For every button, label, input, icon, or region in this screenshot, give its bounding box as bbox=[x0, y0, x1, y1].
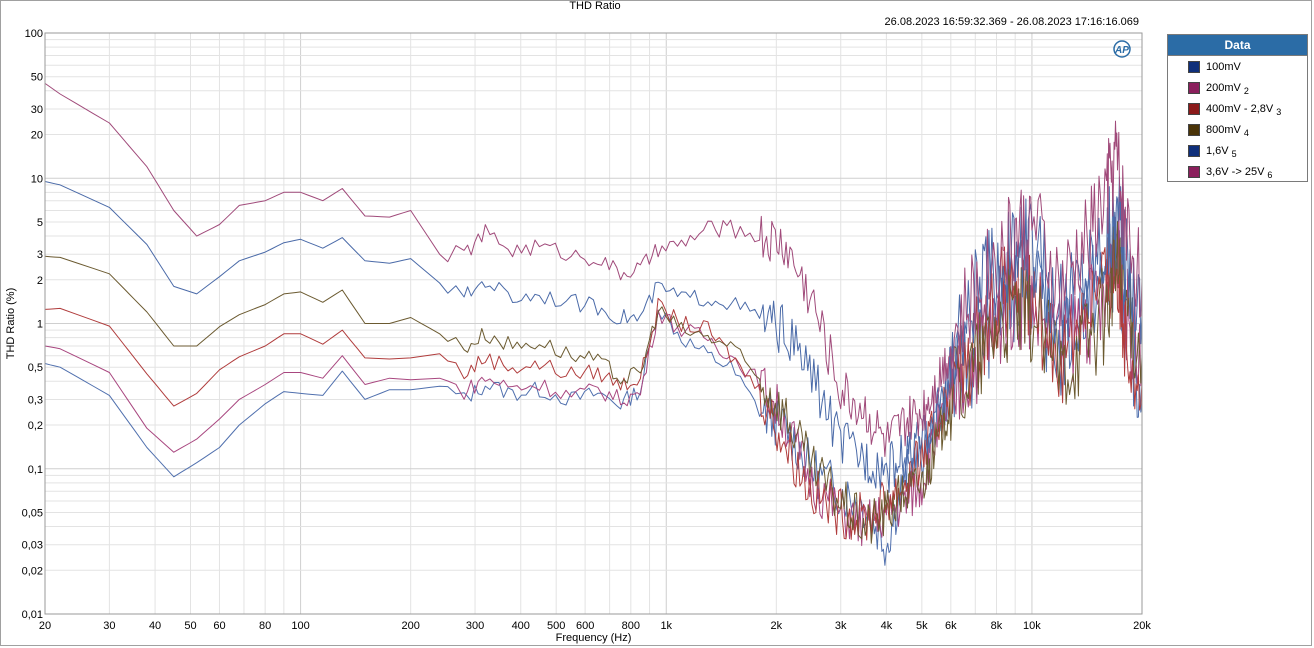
legend-item[interactable]: 100mV bbox=[1168, 56, 1307, 77]
x-tick-label: 200 bbox=[401, 620, 419, 632]
legend-item[interactable]: 400mV - 2,8V 3 bbox=[1168, 98, 1307, 119]
x-tick-label: 4k bbox=[881, 620, 893, 632]
legend-label: 400mV - 2,8V bbox=[1206, 102, 1274, 115]
x-tick-label: 20 bbox=[39, 620, 51, 632]
legend-index: 3 bbox=[1276, 106, 1282, 117]
legend-swatch bbox=[1188, 165, 1200, 178]
x-tick-label: 300 bbox=[466, 620, 484, 632]
legend-label: 200mV bbox=[1206, 81, 1241, 94]
legend-item[interactable]: 800mV 4 bbox=[1168, 119, 1307, 140]
x-axis-label: Frequency (Hz) bbox=[556, 632, 632, 644]
x-tick-label: 10k bbox=[1023, 620, 1041, 632]
y-tick-label: 1 bbox=[37, 319, 43, 331]
legend-header: Data bbox=[1168, 35, 1307, 56]
y-tick-label: 50 bbox=[31, 72, 43, 84]
series-line bbox=[44, 82, 1143, 457]
series-layer bbox=[44, 82, 1143, 566]
x-tick-label: 1k bbox=[660, 620, 672, 632]
x-tick-label: 600 bbox=[576, 620, 594, 632]
legend-label: 800mV bbox=[1206, 123, 1241, 136]
legend-item[interactable]: 3,6V -> 25V 6 bbox=[1168, 161, 1307, 182]
legend-index: 5 bbox=[1231, 148, 1237, 159]
y-tick-label: 3 bbox=[37, 249, 43, 261]
y-tick-label: 100 bbox=[25, 28, 43, 40]
y-tick-label: 30 bbox=[31, 104, 43, 116]
x-tick-label: 5k bbox=[916, 620, 928, 632]
legend-index: 2 bbox=[1243, 85, 1249, 96]
x-tick-label: 60 bbox=[213, 620, 225, 632]
x-tick-label: 800 bbox=[622, 620, 640, 632]
y-tick-label: 2 bbox=[37, 275, 43, 287]
svg-text:AP: AP bbox=[1114, 45, 1129, 56]
y-axis-label: THD Ratio (%) bbox=[5, 288, 17, 360]
legend-index: 4 bbox=[1243, 127, 1249, 138]
legend-label: 1,6V bbox=[1206, 144, 1229, 157]
x-tick-label: 30 bbox=[103, 620, 115, 632]
legend-panel: Data 100mV 200mV 2 400mV - 2,8V 3 800mV 4 1,6V 5… bbox=[1167, 34, 1308, 182]
x-tick-label: 80 bbox=[259, 620, 271, 632]
y-tick-label: 5 bbox=[37, 217, 43, 229]
legend-item[interactable]: 1,6V 5 bbox=[1168, 140, 1307, 161]
legend-swatch bbox=[1188, 144, 1200, 157]
legend-swatch bbox=[1188, 60, 1200, 73]
x-tick-label: 8k bbox=[991, 620, 1003, 632]
x-tick-label: 3k bbox=[835, 620, 847, 632]
legend-item[interactable]: 200mV 2 bbox=[1168, 77, 1307, 98]
x-tick-label: 6k bbox=[945, 620, 957, 632]
legend-swatch bbox=[1188, 102, 1200, 115]
y-tick-label: 20 bbox=[31, 130, 43, 142]
y-tick-label: 0,1 bbox=[28, 464, 43, 476]
ap-logo-icon: AP bbox=[1113, 40, 1131, 58]
x-tick-label: 2k bbox=[771, 620, 783, 632]
y-tick-label: 0,02 bbox=[22, 565, 43, 577]
x-tick-label: 100 bbox=[291, 620, 309, 632]
x-tick-label: 20k bbox=[1133, 620, 1151, 632]
y-tick-label: 0,2 bbox=[28, 420, 43, 432]
legend-swatch bbox=[1188, 81, 1200, 94]
y-tick-label: 10 bbox=[31, 173, 43, 185]
legend-label: 3,6V -> 25V bbox=[1206, 165, 1265, 178]
legend-label: 100mV bbox=[1206, 60, 1241, 73]
y-tick-label: 0,05 bbox=[22, 507, 43, 519]
thd-plot[interactable]: 20 30 40 50 60 80 100 200 300 400 500 600 800 1k 2k 3k 4… bbox=[0, 0, 1314, 648]
legend-swatch bbox=[1188, 123, 1200, 136]
x-tick-label: 50 bbox=[184, 620, 196, 632]
x-tick-label: 400 bbox=[512, 620, 530, 632]
y-tick-label: 0,01 bbox=[22, 609, 43, 621]
x-tick-label: 40 bbox=[149, 620, 161, 632]
y-tick-label: 0,5 bbox=[28, 362, 43, 374]
x-tick-label: 500 bbox=[547, 620, 565, 632]
legend-list: 100mV 200mV 2 400mV - 2,8V 3 800mV 4 1,6V 5 3,6V … bbox=[1168, 56, 1307, 182]
y-tick-label: 0,03 bbox=[22, 540, 43, 552]
y-tick-label: 0,3 bbox=[28, 394, 43, 406]
legend-index: 6 bbox=[1267, 169, 1273, 180]
